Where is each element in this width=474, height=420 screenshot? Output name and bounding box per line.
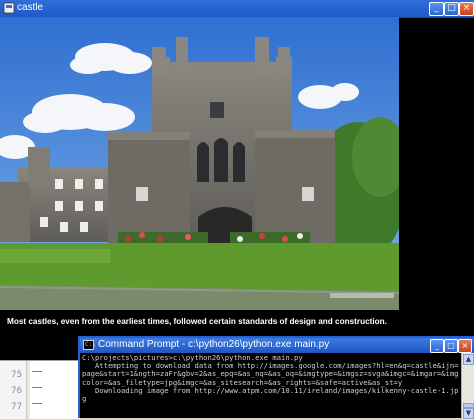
cmd-titlebar[interactable]: C:\ Command Prompt - c:\python26\python.… xyxy=(80,338,474,353)
cmd-line: Downloading image from http://www.atpm.c… xyxy=(82,385,459,404)
command-prompt-window: C:\ Command Prompt - c:\python26\python.… xyxy=(78,336,474,420)
minimize-button[interactable]: _ xyxy=(429,2,444,16)
close-button[interactable]: × xyxy=(459,2,474,16)
cmd-close-button[interactable]: × xyxy=(458,339,472,353)
scroll-up-icon[interactable]: ▲ xyxy=(463,354,474,365)
cmd-output[interactable]: C:\projects\pictures>c:\python26\python.… xyxy=(82,354,460,418)
photo-watermark xyxy=(330,293,394,298)
cmd-window-title: Command Prompt - c:\python26\python.exe … xyxy=(98,339,330,350)
line-number: 75 xyxy=(11,370,22,380)
fold-marker xyxy=(32,387,42,388)
app-icon xyxy=(3,2,15,14)
cmd-maximize-button[interactable]: □ xyxy=(444,339,458,353)
fold-marker xyxy=(32,403,42,404)
cmd-line: Attempting to download data from http://… xyxy=(82,361,459,387)
castle-photo xyxy=(0,17,399,310)
window-title: castle xyxy=(17,2,44,13)
background-editor-window: 75 76 77 xyxy=(0,360,80,419)
maximize-button[interactable]: □ xyxy=(444,2,459,16)
cmd-scrollbar[interactable]: ▲ ▼ xyxy=(461,353,474,420)
cmd-minimize-button[interactable]: _ xyxy=(430,339,444,353)
castle-window: castle _ □ × Most castles, even from the… xyxy=(0,0,474,360)
fold-marker xyxy=(32,371,42,372)
cmd-icon: C:\ xyxy=(83,340,96,350)
line-number-gutter: 75 76 77 xyxy=(0,361,27,419)
line-number: 77 xyxy=(11,402,22,412)
castle-titlebar[interactable]: castle _ □ × xyxy=(0,0,474,18)
line-number: 76 xyxy=(11,386,22,396)
editor-text-area[interactable] xyxy=(30,361,80,419)
photo-caption: Most castles, even from the earliest tim… xyxy=(7,317,387,326)
scroll-down-icon[interactable]: ▼ xyxy=(463,408,474,419)
